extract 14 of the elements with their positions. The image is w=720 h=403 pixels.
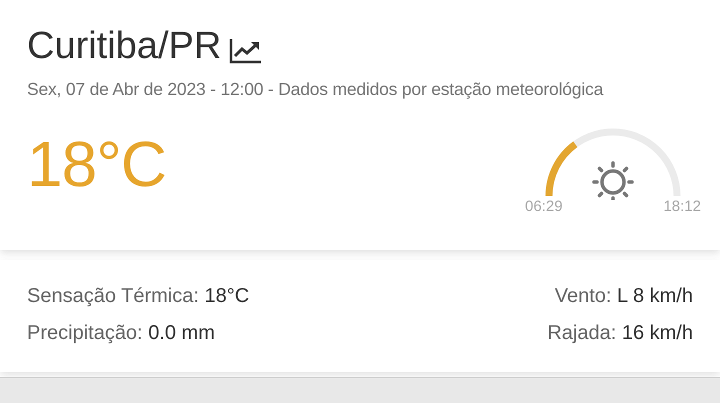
temperature: 18°C xyxy=(27,132,166,202)
sunset-time: 18:12 xyxy=(663,197,701,218)
sun-icon xyxy=(592,161,634,200)
detail-label: Precipitação: xyxy=(27,322,143,344)
detail-value: 18°C xyxy=(204,285,250,307)
detail-label: Sensação Térmica: xyxy=(27,285,199,307)
detail-value: L 8 km/h xyxy=(617,285,693,307)
detail-label: Rajada: xyxy=(547,322,616,344)
detail-value: 0.0 mm xyxy=(148,322,215,344)
date-subtitle: Sex, 07 de Abr de 2023 - 12:00 - Dados medidos por estação meteorológica xyxy=(27,78,604,101)
city-title: Curitiba/PR xyxy=(27,26,222,68)
detail-value: 16 km/h xyxy=(622,322,693,344)
sunrise-time: 06:29 xyxy=(525,197,563,218)
detail-label: Vento: xyxy=(554,285,612,307)
